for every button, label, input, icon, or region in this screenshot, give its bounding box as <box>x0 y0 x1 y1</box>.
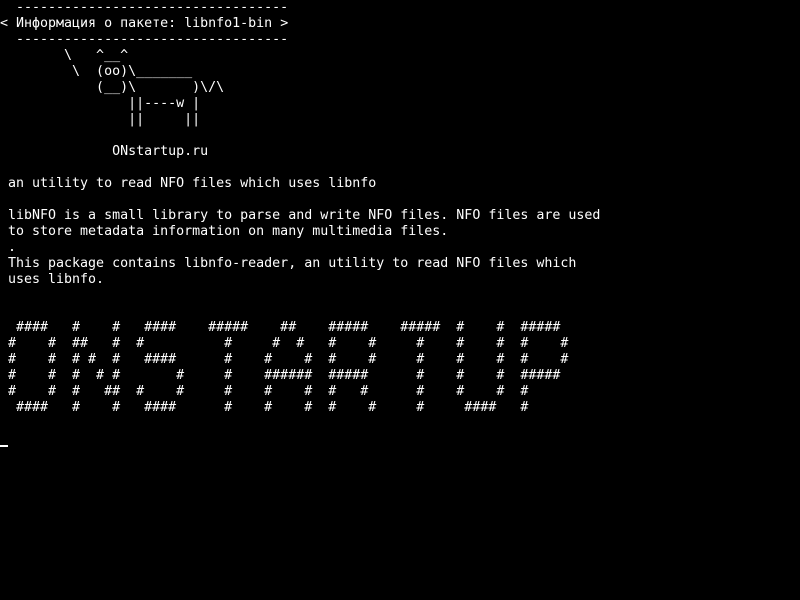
cow-art-line-5: || || <box>8 112 201 127</box>
terminal-screen: ---------------------------------- < Инф… <box>0 0 800 600</box>
package-summary: an utility to read NFO files which uses … <box>8 176 377 191</box>
banner-line-5: # # # ## # # # # # # # # # # # <box>8 384 529 399</box>
description-line-2: to store metadata information on many mu… <box>8 224 449 239</box>
site-credit: ONstartup.ru <box>8 144 209 159</box>
cow-art-line-4: ||----w | <box>8 96 201 111</box>
cow-art-line-2: \ (oo)\_______ <box>8 64 193 79</box>
description-line-4: This package contains libnfo-reader, an … <box>8 256 577 271</box>
description-line-1: libNFO is a small library to parse and w… <box>8 208 601 223</box>
description-line-5: uses libnfo. <box>8 272 105 287</box>
banner-line-3: # # # # # #### # # # # # # # # # # <box>8 352 569 367</box>
cow-art-line-1: \ ^__^ <box>8 48 129 63</box>
banner-line-4: # # # # # # # ###### ##### # # # ##### <box>8 368 561 383</box>
banner-line-1: #### # # #### ##### ## ##### ##### # # #… <box>8 320 561 335</box>
banner-line-2: # # ## # # # # # # # # # # # # <box>8 336 569 351</box>
cowsay-border-bottom: ---------------------------------- <box>8 32 289 47</box>
cowsay-title: < Информация о пакете: libnfo1-bin > <box>0 16 289 31</box>
banner-line-6: #### # # #### # # # # # # #### # <box>8 400 529 415</box>
cowsay-border-top: ---------------------------------- <box>8 0 289 15</box>
text-cursor[interactable] <box>0 445 8 447</box>
description-line-3: . <box>8 240 17 255</box>
cow-art-line-3: (__)\ )\/\ <box>8 80 225 95</box>
